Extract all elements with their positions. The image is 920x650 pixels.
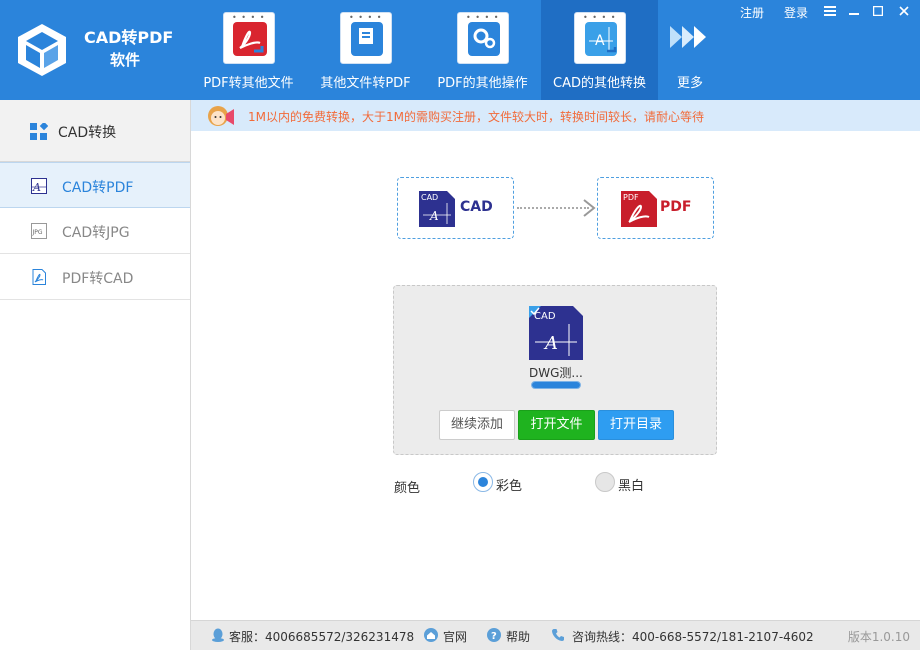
sidebar-item-label: CAD转JPG (62, 225, 130, 241)
sidebar-item-pdf-to-cad[interactable]: PDF转CAD (0, 254, 190, 300)
cad-icon: A (31, 178, 47, 194)
color-option-label: 颜色 (394, 481, 421, 496)
sidebar-heading: CAD转换 (0, 100, 190, 162)
open-file-button[interactable]: 打开文件 (518, 410, 595, 440)
conversion-arrow-line (517, 207, 589, 209)
tab-cad-other[interactable]: • • • • A CAD的其他转换 (541, 0, 658, 100)
svg-text:A: A (543, 333, 558, 354)
svg-text:?: ? (491, 631, 497, 642)
close-icon[interactable] (892, 0, 916, 22)
continue-add-button[interactable]: 继续添加 (439, 410, 515, 440)
source-format-label: CAD (460, 199, 493, 215)
sidebar-item-cad-to-jpg[interactable]: JPG CAD转JPG (0, 208, 190, 254)
tab-label: CAD的其他转换 (553, 76, 646, 91)
tab-pdf-other-ops[interactable]: • • • • PDF PDF的其他操作 (424, 0, 541, 100)
document-to-pdf-icon: • • • • PDF (340, 12, 392, 64)
customer-service-text: 客服：4006685572/326231478 (229, 630, 415, 644)
gear-pdf-icon: • • • • PDF (457, 12, 509, 64)
app-title: CAD转PDF (84, 28, 174, 47)
grid-icon (30, 123, 48, 140)
file-progress-bar (531, 381, 581, 389)
sidebar: CAD转换 A CAD转PDF JPG CAD转JPG PDF转CAD (0, 100, 191, 650)
color-radio[interactable] (473, 472, 493, 492)
cad-drawing-icon: • • • • A (574, 12, 626, 64)
help-icon: ? (487, 628, 501, 642)
file-name: DWG测... (529, 366, 583, 380)
svg-text:A: A (595, 33, 605, 49)
black-white-radio-label: 黑白 (618, 479, 645, 494)
file-drop-area[interactable]: CAD A DWG测... 继续添加 打开文件 打开目录 (393, 285, 717, 455)
cad-file-icon: CAD A (419, 191, 455, 227)
app-subtitle: 软件 (110, 51, 141, 69)
svg-text:A: A (429, 209, 439, 223)
tab-label: 更多 (676, 76, 703, 91)
register-link[interactable]: 注册 (740, 4, 764, 21)
tab-more[interactable]: 更多 (660, 0, 720, 100)
sidebar-item-cad-to-pdf[interactable]: A CAD转PDF (0, 162, 190, 208)
menu-icon[interactable] (818, 0, 842, 22)
app-logo-icon (18, 24, 66, 76)
tab-pdf-to-other[interactable]: • • • • PDF转其他文件 (190, 0, 307, 100)
cad-file-icon: CAD A (529, 306, 583, 360)
sidebar-item-label: PDF转CAD (62, 271, 134, 287)
notice-text: 1M以内的免费转换，大于1M的需购买注册，文件较大时，转换时间较长，请耐心等待 (248, 110, 704, 124)
phone-icon (552, 629, 564, 641)
double-chevron-icon (670, 26, 706, 48)
pdf-icon (32, 269, 46, 285)
brand: CAD转PDF 软件 (12, 18, 192, 82)
black-white-radio[interactable] (595, 472, 615, 492)
svg-text:CAD: CAD (421, 193, 438, 202)
help-link[interactable]: 帮助 (506, 628, 530, 645)
qq-penguin-icon (212, 628, 224, 642)
svg-text:PDF: PDF (623, 193, 639, 202)
svg-text:CAD: CAD (534, 311, 556, 322)
color-radio-label: 彩色 (496, 479, 523, 494)
target-format-box: PDF PDF (597, 177, 714, 239)
version-text: 版本1.0.10 (847, 630, 910, 644)
top-bar: CAD转PDF 软件 • • • • PDF转其他文件 • • • • PDF (0, 0, 920, 100)
open-directory-button[interactable]: 打开目录 (598, 410, 674, 440)
notice-bar: 1M以内的免费转换，大于1M的需购买注册，文件较大时，转换时间较长，请耐心等待 (191, 100, 920, 131)
pdf-file-icon: PDF (621, 191, 657, 227)
minimize-icon[interactable] (842, 0, 866, 22)
target-format-label: PDF (660, 199, 692, 215)
login-link[interactable]: 登录 (784, 4, 808, 21)
website-link[interactable]: 官网 (443, 628, 467, 645)
progress-fill (532, 382, 580, 388)
hotline-text: 咨询热线：400-668-5572/181-2107-4602 (572, 630, 814, 644)
home-icon (424, 628, 438, 642)
mascot-megaphone-icon (208, 106, 234, 126)
pdf-convert-icon: • • • • (223, 12, 275, 64)
tab-label: PDF的其他操作 (437, 76, 528, 91)
tab-label: 其他文件转PDF (320, 76, 411, 91)
tab-label: PDF转其他文件 (203, 76, 294, 91)
source-format-box: CAD A CAD (397, 177, 514, 239)
svg-text:A: A (32, 181, 41, 194)
tab-other-to-pdf[interactable]: • • • • PDF 其他文件转PDF (307, 0, 424, 100)
maximize-icon[interactable] (866, 0, 890, 22)
sidebar-heading-label: CAD转换 (58, 125, 117, 141)
svg-text:JPG: JPG (32, 229, 43, 236)
sidebar-item-label: CAD转PDF (62, 180, 134, 196)
chevron-right-icon (583, 199, 596, 217)
jpg-icon: JPG (31, 223, 47, 239)
status-bar: 客服：4006685572/326231478 官网 ? 帮助 咨询热线：400… (191, 620, 920, 650)
